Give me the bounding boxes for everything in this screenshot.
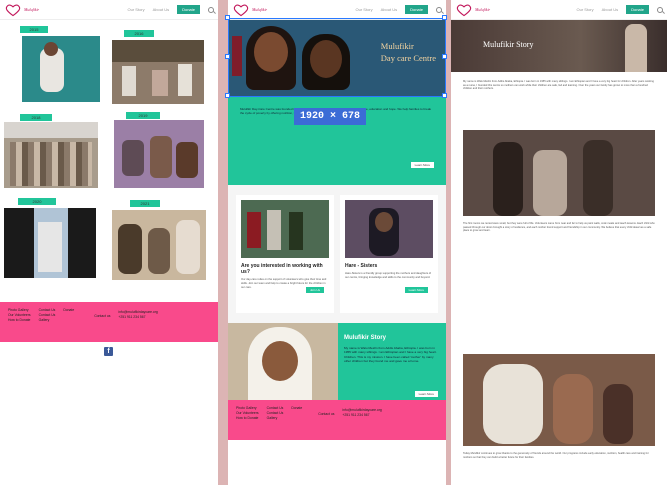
gallery-photo[interactable] [4, 208, 96, 278]
footer-contact-label: Contact us [318, 412, 335, 416]
selection-box[interactable] [228, 18, 446, 97]
year-label-2015: 2015 [20, 26, 48, 33]
donate-button[interactable]: Donate [626, 5, 649, 14]
card-title: Are you interested in working with us? [241, 263, 323, 275]
story-title: Mulufikir Story [344, 335, 387, 341]
story-page-frame[interactable]: Mulufikir Our Story About Us Donate Mulu… [451, 0, 667, 485]
footer-link[interactable]: Gallery [267, 416, 284, 421]
nav-about-link[interactable]: About Us [381, 7, 397, 12]
learn-more-button[interactable]: Learn More [404, 287, 428, 293]
card-volunteer: Are you interested in working with us? O… [236, 195, 334, 313]
gallery-page-frame[interactable]: Mulufikir Our Story About Us Donate 2015… [0, 0, 218, 485]
footer-link[interactable]: How to Donate [236, 416, 259, 421]
footer-phone: +251 911 234 567 [118, 315, 146, 319]
heart-logo-icon[interactable] [232, 3, 250, 17]
nav-about-link[interactable]: About Us [153, 7, 169, 12]
footer-phone: +251 911 234 567 [342, 413, 370, 417]
search-icon[interactable] [657, 6, 663, 13]
learn-more-button[interactable]: Learn More [414, 391, 438, 397]
nav-about-link[interactable]: About Us [602, 7, 618, 12]
footer-link[interactable]: Donate [291, 406, 302, 411]
donate-button[interactable]: Donate [405, 5, 428, 14]
image-size-badge: 1920 × 678 [294, 108, 367, 125]
card-hare-sisters: Hare - Sisters Hare-Sisters is a friendl… [340, 195, 438, 313]
story-hero: Mulufikir Story [451, 20, 667, 72]
resize-handle[interactable] [442, 93, 447, 98]
year-label-2016: 2016 [124, 30, 154, 37]
facebook-icon[interactable]: f [104, 347, 113, 356]
card-title: Hare - Sisters [345, 263, 378, 269]
year-label-2018: 2018 [20, 114, 52, 121]
top-nav: Mulufikir Our Story About Us Donate [228, 0, 446, 20]
footer-link[interactable]: Gallery [39, 318, 56, 323]
brand-name: Mulufikir [252, 7, 268, 12]
site-footer: Photo Gallery Our Volunteers How to Dona… [228, 400, 446, 440]
story-closing-text: Today Mulufikir continues to grow thanks… [463, 452, 649, 459]
photo-gallery: 2015 2016 2018 2019 2020 2021 [0, 20, 218, 302]
heart-logo-icon[interactable] [4, 3, 22, 17]
editor-canvas: Mulufikir Our Story About Us Donate 2015… [0, 0, 667, 485]
brand-name: Mulufikir [24, 7, 40, 12]
card-photo [345, 200, 433, 258]
footer-link[interactable]: Donate [63, 308, 74, 313]
story-body-text: The first rooms we rented were small, bu… [463, 222, 655, 233]
story-intro-text: My name is Walu Mesfin from Addis Ababa,… [463, 80, 654, 91]
story-photo [463, 130, 655, 216]
gallery-photo[interactable] [112, 40, 204, 104]
resize-handle[interactable] [225, 54, 230, 59]
year-label-2020: 2020 [18, 198, 56, 205]
search-icon[interactable] [208, 6, 214, 13]
top-nav: Mulufikir Our Story About Us Donate [0, 0, 218, 20]
top-nav: Mulufikir Our Story About Us Donate [451, 0, 667, 20]
learn-more-button[interactable]: Learn More [410, 161, 434, 169]
story-text: My name is Walu Mesfin from Addis Ababa,… [344, 346, 437, 364]
gallery-photo[interactable] [114, 120, 204, 188]
footer-contact-label: Contact us [94, 314, 111, 318]
resize-handle[interactable] [225, 93, 230, 98]
nav-our-story-link[interactable]: Our Story [128, 7, 145, 12]
nav-our-story-link[interactable]: Our Story [577, 7, 594, 12]
gallery-photo[interactable] [4, 122, 98, 188]
story-photo [228, 323, 338, 409]
story-photo [463, 354, 655, 446]
year-label-2019: 2019 [126, 112, 160, 119]
resize-handle[interactable] [442, 54, 447, 59]
nav-our-story-link[interactable]: Our Story [356, 7, 373, 12]
resize-handle[interactable] [225, 15, 230, 20]
brand-name: Mulufikir [475, 7, 491, 12]
gallery-photo[interactable] [22, 36, 100, 102]
join-us-button[interactable]: Join Us [305, 287, 324, 293]
story-page-title: Mulufikir Story [483, 40, 534, 49]
cards-section: Are you interested in working with us? O… [228, 185, 446, 323]
search-icon[interactable] [436, 6, 442, 13]
resize-handle[interactable] [442, 15, 447, 20]
gallery-photo[interactable] [112, 210, 206, 280]
heart-logo-icon[interactable] [455, 3, 473, 17]
story-section: Mulufikir Story My name is Walu Mesfin f… [228, 323, 446, 409]
card-text: Hare-Sisters is a friendly group support… [345, 272, 432, 279]
card-photo [241, 200, 329, 258]
donate-button[interactable]: Donate [177, 5, 200, 14]
footer-link[interactable]: How to Donate [8, 318, 31, 323]
year-label-2021: 2021 [130, 200, 160, 207]
site-footer: Photo Gallery Our Volunteers How to Dona… [0, 302, 218, 342]
